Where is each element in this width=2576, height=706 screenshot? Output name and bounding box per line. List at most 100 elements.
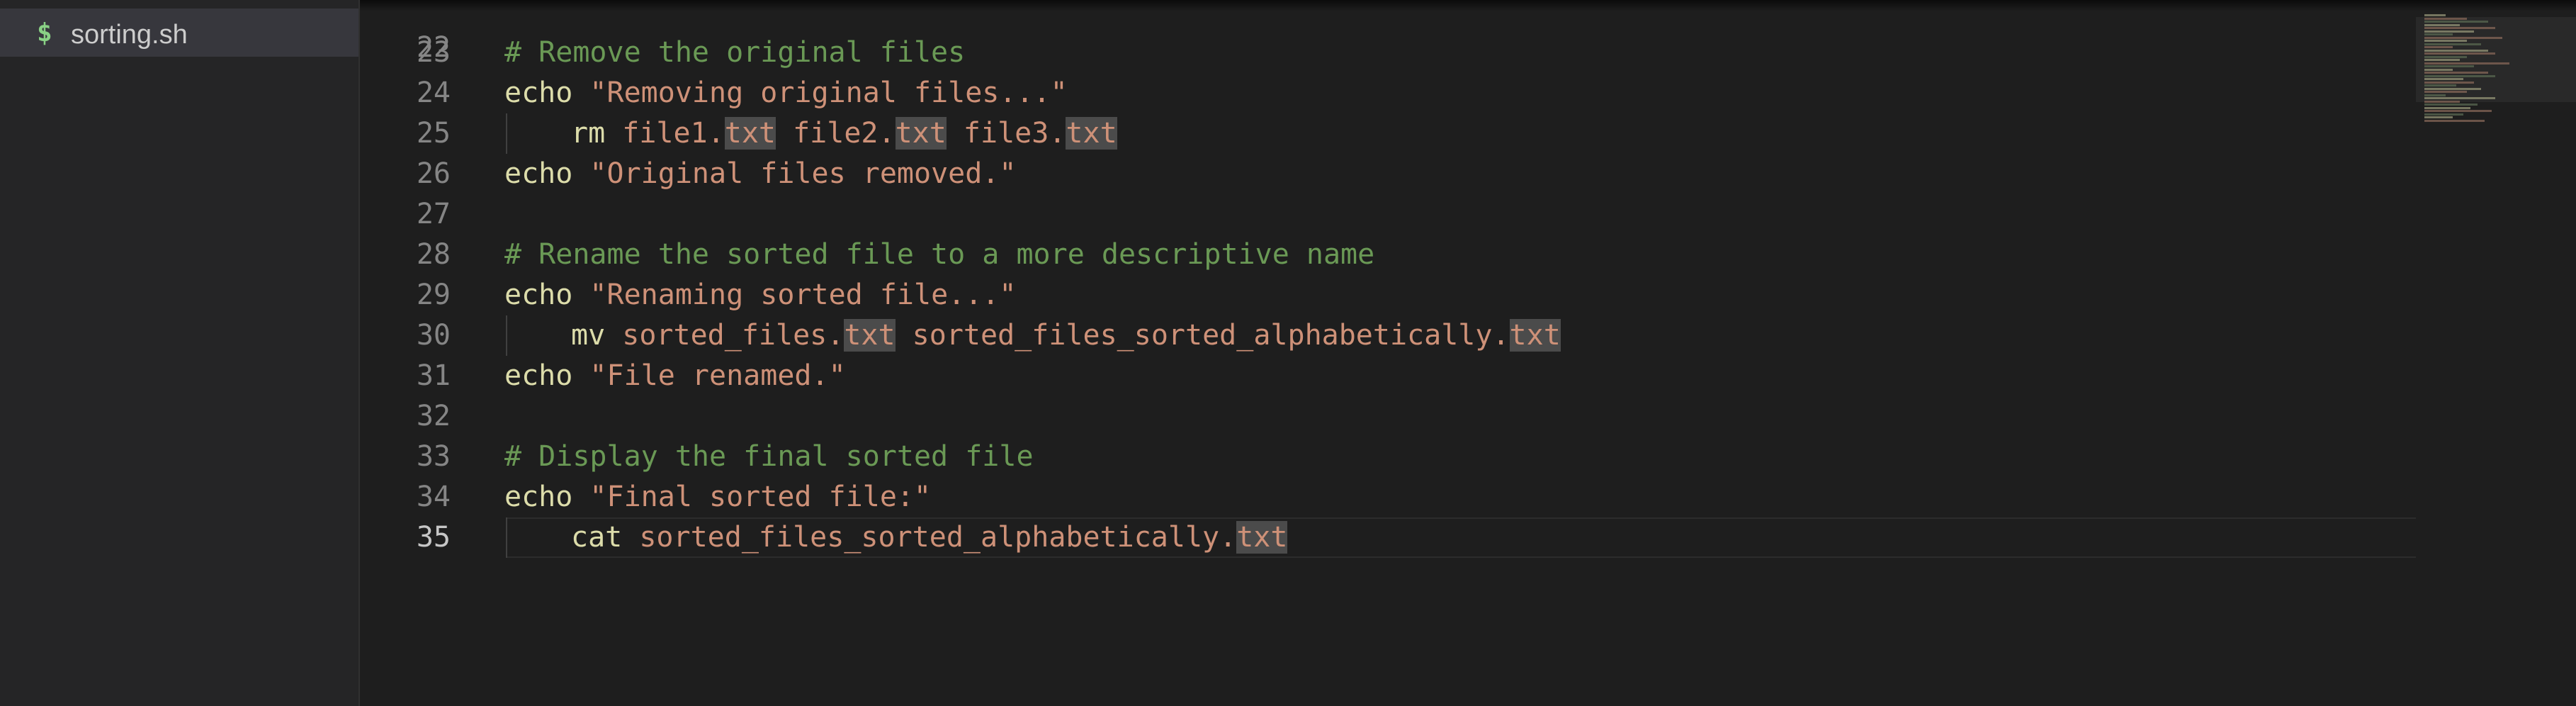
line-number: 26 — [416, 157, 451, 190]
code-token: file1. — [622, 117, 725, 150]
code-token: echo — [504, 481, 573, 513]
code-token: rm — [571, 117, 606, 150]
search-match-highlight: txt — [895, 117, 947, 150]
code-line[interactable]: 32 — [360, 396, 2416, 437]
minimap-line — [2424, 43, 2481, 45]
indent-guide — [506, 517, 507, 558]
code-line[interactable]: 28 # Rename the sorted file to a more des… — [360, 235, 2416, 275]
code-text: # Display the final sorted file — [504, 437, 1034, 477]
minimap-line — [2424, 87, 2481, 90]
minimap-line — [2424, 27, 2495, 29]
shell-script-icon: $ — [37, 18, 52, 47]
minimap-line — [2424, 33, 2453, 35]
line-number: 29 — [416, 279, 451, 311]
search-match-highlight: txt — [1066, 117, 1117, 150]
code-line[interactable]: 27 — [360, 194, 2416, 235]
code-token: "Final sorted file:" — [589, 481, 932, 513]
code-token: mv — [571, 319, 606, 352]
line-number: 24 — [416, 77, 451, 109]
code-token: "Removing original files..." — [589, 77, 1068, 109]
code-line[interactable]: 26 echo "Original files removed." — [360, 154, 2416, 194]
minimap-line — [2424, 100, 2460, 103]
minimap-line — [2424, 68, 2453, 71]
code-token: echo — [504, 77, 573, 109]
code-token: echo — [504, 279, 573, 311]
scroll-shadow — [360, 0, 2576, 11]
minimap[interactable] — [2416, 0, 2576, 706]
code-token: "Original files removed." — [589, 157, 1017, 190]
search-match-highlight: txt — [724, 117, 776, 150]
code-token: cat — [571, 521, 623, 554]
code-token: sorted_files_sorted_alphabetically. — [895, 319, 1510, 352]
code-line[interactable]: 25 rm file1.txt file2.txt file3.txt — [360, 113, 2416, 154]
code-token: sorted_files_sorted_alphabetically. — [639, 521, 1237, 554]
code-token: # Display the final sorted file — [504, 440, 1034, 473]
minimap-line — [2424, 97, 2495, 99]
line-number: 31 — [416, 359, 451, 392]
line-number: 23 — [416, 36, 451, 69]
code-token: # Remove the original files — [504, 36, 966, 69]
code-token: "Renaming sorted file..." — [589, 279, 1017, 311]
code-token: echo — [504, 157, 573, 190]
minimap-line — [2424, 21, 2488, 23]
minimap-line — [2424, 23, 2460, 26]
code-text: rm file1.txt file2.txt file3.txt — [571, 113, 1117, 154]
minimap-line — [2424, 40, 2467, 42]
code-token: file2. — [776, 117, 896, 150]
minimap-line — [2424, 17, 2467, 20]
code-token: "File renamed." — [589, 359, 846, 392]
minimap-line — [2424, 78, 2463, 80]
explorer-sidebar: $ sorting.sh — [0, 0, 360, 706]
indent-guide — [506, 113, 507, 154]
code-line[interactable]: 29 echo "Renaming sorted file..." — [360, 275, 2416, 315]
minimap-line — [2424, 36, 2502, 39]
minimap-line — [2424, 46, 2453, 48]
code-token: echo — [504, 359, 573, 392]
search-match-highlight: txt — [1236, 521, 1288, 554]
line-number: 34 — [416, 481, 451, 513]
code-text: echo "File renamed." — [504, 356, 846, 396]
line-number: 25 — [416, 117, 451, 150]
code-text: echo "Renaming sorted file..." — [504, 275, 1016, 315]
explorer-file-item[interactable]: $ sorting.sh — [0, 9, 358, 57]
code-line[interactable]: 33 # Display the final sorted file — [360, 437, 2416, 477]
minimap-line — [2424, 106, 2470, 109]
minimap-line — [2424, 119, 2485, 122]
code-line[interactable]: 34 echo "Final sorted file:" — [360, 477, 2416, 517]
code-token: file3. — [946, 117, 1066, 150]
code-line[interactable]: 23 # Remove the original files — [360, 33, 2416, 73]
minimap-line — [2424, 14, 2446, 16]
line-number: 30 — [416, 319, 451, 352]
minimap-line — [2424, 94, 2446, 96]
code-line[interactable]: 24 echo "Removing original files..." — [360, 73, 2416, 113]
code-editor[interactable]: 22 23 # Remove the original files 24 echo "… — [360, 0, 2416, 706]
line-number: 33 — [416, 440, 451, 473]
code-token: # Rename the sorted file to a more descr… — [504, 238, 1375, 271]
search-match-highlight: txt — [1509, 319, 1561, 352]
code-line[interactable]: 31 echo "File renamed." — [360, 356, 2416, 396]
code-token: sorted_files. — [622, 319, 844, 352]
minimap-line — [2424, 74, 2495, 77]
line-number: 32 — [416, 400, 451, 432]
code-text: echo "Final sorted file:" — [504, 477, 931, 517]
search-match-highlight: txt — [844, 319, 896, 352]
minimap-line — [2424, 30, 2474, 33]
code-line[interactable]: 30 mv sorted_files.txt sorted_files_sorte… — [360, 315, 2416, 356]
minimap-line — [2424, 55, 2467, 58]
minimap-line — [2424, 65, 2474, 67]
minimap-line — [2424, 81, 2474, 84]
code-text: # Rename the sorted file to a more descr… — [504, 235, 1374, 275]
minimap-line — [2424, 110, 2492, 112]
minimap-line — [2424, 52, 2495, 55]
minimap-line — [2424, 113, 2463, 116]
code-line[interactable]: 35 cat sorted_files_sorted_alphabetically… — [360, 517, 2416, 558]
code-text: cat sorted_files_sorted_alphabetically.t… — [571, 517, 1288, 558]
minimap-line — [2424, 49, 2488, 52]
minimap-line — [2424, 84, 2456, 86]
minimap-line — [2424, 91, 2467, 93]
